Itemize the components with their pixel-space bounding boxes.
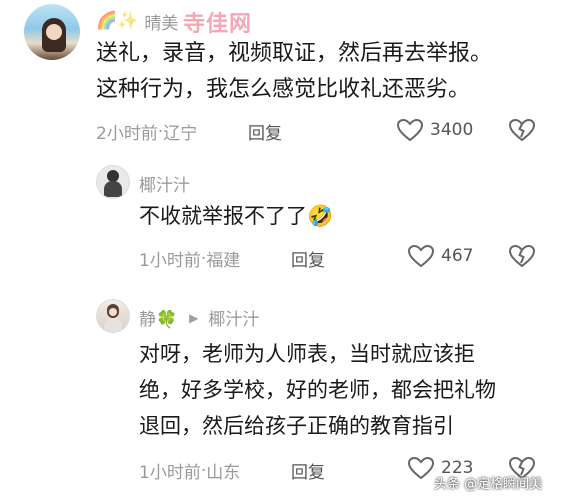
comment-location: 福建	[206, 251, 241, 271]
heart-icon	[407, 244, 435, 268]
comment-text: 不收就举报不了了🤣	[139, 198, 333, 234]
like-button[interactable]: 3400	[396, 118, 473, 142]
avatar[interactable]	[24, 4, 80, 60]
avatar[interactable]	[96, 165, 130, 199]
reply-button[interactable]: 回复	[291, 458, 325, 483]
comment-line: 不收就举报不了了🤣	[139, 204, 334, 228]
dislike-button[interactable]	[508, 118, 536, 146]
username-emoji: 🌈✨	[96, 11, 139, 31]
avatar[interactable]	[96, 299, 130, 333]
comment-line: 绝，好多学校，好的老师，都会把礼物	[139, 378, 496, 402]
like-count: 3400	[430, 120, 474, 140]
comment-time: 1小时前	[139, 463, 201, 483]
comment-meta: 2小时前 · 辽宁	[96, 119, 198, 145]
comment-meta: 1小时前 · 福建	[139, 246, 241, 272]
broken-heart-icon	[508, 118, 536, 142]
comment-line: 送礼，录音，视频取证，然后再去举报。	[96, 41, 493, 66]
dislike-button[interactable]	[508, 244, 536, 272]
username[interactable]: 晴美	[144, 9, 178, 34]
reply-arrow-icon: ▶	[189, 310, 199, 325]
username-row: 🌈✨ 晴美	[96, 6, 178, 36]
username[interactable]: 椰汁汁	[139, 171, 190, 196]
comment-location: 辽宁	[163, 124, 198, 144]
comment-location: 山东	[206, 463, 241, 483]
like-button[interactable]: 467	[407, 244, 473, 268]
comment-line: 对呀，老师为人师表，当时就应该拒	[139, 342, 475, 366]
reply-button[interactable]: 回复	[248, 119, 282, 144]
comment-line: 退回，然后给孩子正确的教育指引	[139, 414, 454, 438]
like-count: 467	[441, 246, 474, 266]
username[interactable]: 静🍀	[139, 305, 177, 330]
reply-header: 静🍀 ▶ 椰汁汁	[139, 305, 259, 330]
comment-time: 1小时前	[139, 251, 201, 271]
comment-text: 送礼，录音，视频取证，然后再去举报。 这种行为，我怎么感觉比收礼还恶劣。	[96, 36, 492, 108]
broken-heart-icon	[508, 244, 536, 268]
watermark-logo: 寺佳网	[183, 12, 253, 37]
heart-icon	[396, 118, 424, 142]
reply-button[interactable]: 回复	[291, 246, 325, 271]
comment-time: 2小时前	[96, 124, 158, 144]
watermark-text: 头条 @定格瞬间美	[434, 476, 543, 492]
comment-meta: 1小时前 · 山东	[139, 458, 241, 484]
footer-watermark: 头条 @定格瞬间美	[428, 470, 548, 494]
reply-to-username[interactable]: 椰汁汁	[208, 305, 259, 330]
comment-line: 这种行为，我怎么感觉比收礼还恶劣。	[96, 77, 471, 102]
comment-text: 对呀，老师为人师表，当时就应该拒 绝，好多学校，好的老师，都会把礼物 退回，然后…	[139, 336, 496, 444]
